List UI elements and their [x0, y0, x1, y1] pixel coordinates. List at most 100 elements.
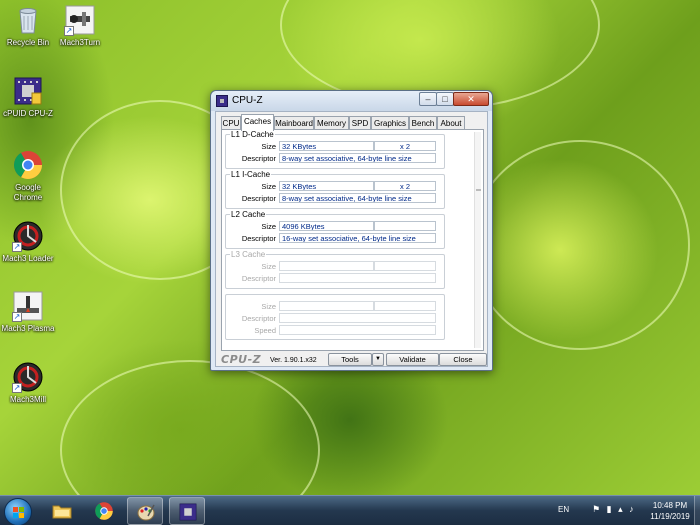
size-value: 32 KBytes [279, 181, 374, 191]
chrome-icon [94, 501, 114, 521]
caches-panel: L1 D-Cache Size 32 KBytes x 2 Descriptor… [221, 129, 484, 351]
size-label: Size [261, 262, 276, 271]
desktop-icon-mach3turn[interactable]: ↗ Mach3Turn [52, 4, 108, 48]
folder-icon [52, 501, 72, 521]
chrome-icon [12, 149, 44, 181]
taskbar: EN ⚑ ▮ ▴ ♪ 10:48 PM 11/19/2019 [0, 495, 700, 525]
windows-logo-icon [13, 507, 25, 519]
shortcut-arrow-icon: ↗ [12, 242, 22, 252]
descriptor-label: Descriptor [241, 194, 276, 203]
version-text: Ver. 1.90.1.x32 [270, 357, 317, 364]
l1-data-cache-group: L1 D-Cache Size 32 KBytes x 2 Descriptor… [225, 130, 445, 169]
size-value [279, 261, 374, 271]
shortcut-arrow-icon: ↗ [12, 383, 22, 393]
paint-palette-icon [136, 502, 156, 522]
desktop-icon-mach3-loader[interactable]: ↗ Mach3 Loader [0, 220, 56, 264]
l1-instruction-cache-group: L1 I-Cache Size 32 KBytes x 2 Descriptor… [225, 170, 445, 209]
taskbar-file-explorer[interactable] [44, 497, 80, 525]
mach3-loader-icon: ↗ [12, 220, 44, 252]
desktop-icon-cpuz[interactable]: cPUID CPU-Z [0, 75, 56, 119]
descriptor-value [279, 313, 436, 323]
multiplier-value [374, 221, 436, 231]
desktop-icon-label: Mach3 Loader [2, 254, 54, 263]
multiplier-value: x 2 [374, 141, 436, 151]
desktop-icon-label: Google Chrome [13, 183, 43, 202]
size-value: 4096 KBytes [279, 221, 374, 231]
multiplier-value [374, 301, 436, 311]
tools-dropdown-arrow-icon[interactable]: ▼ [372, 353, 384, 366]
taskbar-chrome[interactable] [86, 497, 122, 525]
shortcut-arrow-icon: ↗ [12, 312, 22, 322]
desktop-icon-chrome[interactable]: Google Chrome [0, 149, 56, 203]
title-bar[interactable]: CPU-Z – □ ✕ [211, 91, 492, 111]
size-label: Size [261, 302, 276, 311]
taskbar-cpuz[interactable] [169, 497, 205, 525]
size-label: Size [261, 182, 276, 191]
tools-button[interactable]: Tools [328, 353, 372, 366]
desktop-icon-label: Mach3 Plasma [1, 324, 55, 333]
clock-date[interactable]: 11/19/2019 [645, 512, 695, 521]
mach3mill-icon: ↗ [12, 361, 44, 393]
window-client-area: CPU Caches Mainboard Memory SPD Graphics… [215, 111, 488, 367]
tab-cpu[interactable]: CPU [221, 116, 241, 130]
desktop-icon-label: Mach3Turn [59, 38, 101, 47]
size-label: Size [261, 222, 276, 231]
descriptor-value: 16-way set associative, 64-byte line siz… [279, 233, 436, 243]
tab-about[interactable]: About [437, 116, 465, 130]
descriptor-label: Descriptor [241, 234, 276, 243]
start-button[interactable] [4, 498, 32, 525]
signal-icon[interactable]: ▴ [618, 504, 623, 514]
mach3turn-icon: ↗ [64, 4, 96, 36]
group-title: L1 D-Cache [230, 130, 275, 139]
tab-graphics[interactable]: Graphics [371, 116, 409, 130]
tab-caches[interactable]: Caches [241, 114, 274, 131]
language-indicator[interactable]: EN [558, 505, 569, 514]
group-title: L2 Cache [230, 210, 267, 219]
cpuz-app-icon [216, 95, 228, 107]
size-value [279, 301, 374, 311]
system-tray: ⚑ ▮ ▴ ♪ [592, 504, 640, 516]
mach3-plasma-icon: ↗ [12, 290, 44, 322]
tab-memory[interactable]: Memory [314, 116, 349, 130]
desktop-icon-mach3mill[interactable]: ↗ Mach3Mill [0, 361, 56, 405]
clock-time[interactable]: 10:48 PM [645, 501, 695, 510]
l2-cache-group: L2 Cache Size 4096 KBytes Descriptor 16-… [225, 210, 445, 249]
minimize-button[interactable]: – [419, 92, 437, 106]
close-window-button[interactable]: ✕ [453, 92, 489, 106]
desktop-icon-mach3-plasma[interactable]: ↗ Mach3 Plasma [0, 290, 56, 334]
desktop-icon-label: cPUID CPU-Z [3, 109, 53, 118]
multiplier-value: x 2 [374, 181, 436, 191]
descriptor-value: 8-way set associative, 64-byte line size [279, 193, 436, 203]
volume-icon[interactable]: ♪ [629, 504, 634, 514]
descriptor-value: 8-way set associative, 64-byte line size [279, 153, 436, 163]
speed-value [279, 325, 436, 335]
tab-spd[interactable]: SPD [349, 116, 371, 130]
shortcut-arrow-icon: ↗ [64, 26, 74, 36]
scroll-thumb[interactable] [476, 189, 481, 191]
validate-button[interactable]: Validate [386, 353, 439, 366]
desktop-icon-label: Recycle Bin [6, 38, 50, 47]
descriptor-label: Descriptor [241, 274, 276, 283]
vertical-scrollbar[interactable] [474, 132, 481, 348]
descriptor-label: Descriptor [241, 154, 276, 163]
taskbar-paint[interactable] [127, 497, 163, 525]
descriptor-label: Descriptor [241, 314, 276, 323]
maximize-button[interactable]: □ [436, 92, 454, 106]
cpuz-icon [12, 75, 44, 107]
desktop-icon-label: Mach3Mill [9, 395, 46, 404]
extra-cache-group: Size Descriptor Speed [225, 294, 445, 340]
show-desktop-button[interactable] [694, 496, 700, 525]
cpuz-icon [178, 502, 198, 522]
network-icon[interactable]: ▮ [607, 504, 612, 514]
recycle-bin-icon [12, 4, 44, 36]
speed-label: Speed [254, 326, 276, 335]
wallpaper-leaf [470, 140, 690, 350]
close-button[interactable]: Close [439, 353, 487, 366]
cpuz-logo: CPU-Z [221, 353, 262, 366]
desktop-icon-recycle-bin[interactable]: Recycle Bin [0, 4, 56, 48]
size-label: Size [261, 142, 276, 151]
tab-mainboard[interactable]: Mainboard [274, 116, 314, 130]
cpuz-window: CPU-Z – □ ✕ CPU Caches Mainboard Memory … [210, 90, 493, 371]
tab-bench[interactable]: Bench [409, 116, 437, 130]
action-center-flag-icon[interactable]: ⚑ [592, 504, 600, 514]
